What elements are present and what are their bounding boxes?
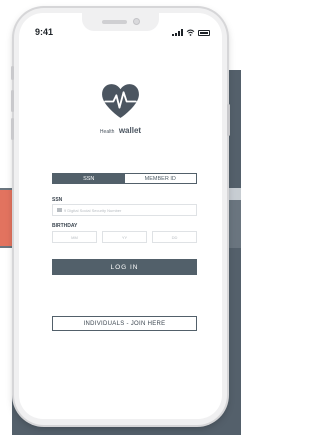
status-time: 9:41	[35, 27, 54, 37]
birth-month-input[interactable]: MM	[52, 231, 97, 243]
birthday-label: BIRTHDAY	[52, 223, 78, 229]
wifi-icon	[186, 29, 195, 36]
id-card-icon	[57, 208, 62, 212]
volume-up-button	[11, 90, 14, 112]
birth-day-input[interactable]: DD	[152, 231, 197, 243]
battery-icon	[198, 30, 210, 36]
join-button[interactable]: INDIVIDUALS - JOIN HERE	[52, 316, 197, 331]
speaker	[102, 20, 127, 24]
tab-ssn[interactable]: SSN	[53, 174, 125, 183]
login-button[interactable]: LOG IN	[52, 259, 197, 275]
ssn-input[interactable]: 9 Digital Social Security Number	[52, 204, 197, 216]
birth-year-input[interactable]: YY	[102, 231, 147, 243]
ssn-placeholder: 9 Digital Social Security Number	[64, 207, 122, 213]
volume-down-button	[11, 118, 14, 140]
mute-switch	[11, 66, 14, 80]
brand-wordmark: Health wallet	[19, 120, 222, 138]
tab-member-id[interactable]: MEMBER ID	[124, 174, 196, 183]
heart-logo-icon	[102, 84, 139, 118]
brand-prefix: Health	[99, 129, 115, 135]
brand-name: wallet	[118, 126, 142, 135]
ssn-label: SSN	[52, 197, 63, 203]
front-camera	[133, 18, 140, 25]
phone-screen: 9:41 Health wallet SSN MEMBER ID SSN 9 D…	[19, 13, 222, 419]
power-button	[227, 104, 230, 136]
notch	[82, 13, 159, 31]
signal-icon	[172, 29, 183, 36]
status-icons	[172, 28, 210, 36]
id-type-toggle: SSN MEMBER ID	[52, 173, 197, 184]
